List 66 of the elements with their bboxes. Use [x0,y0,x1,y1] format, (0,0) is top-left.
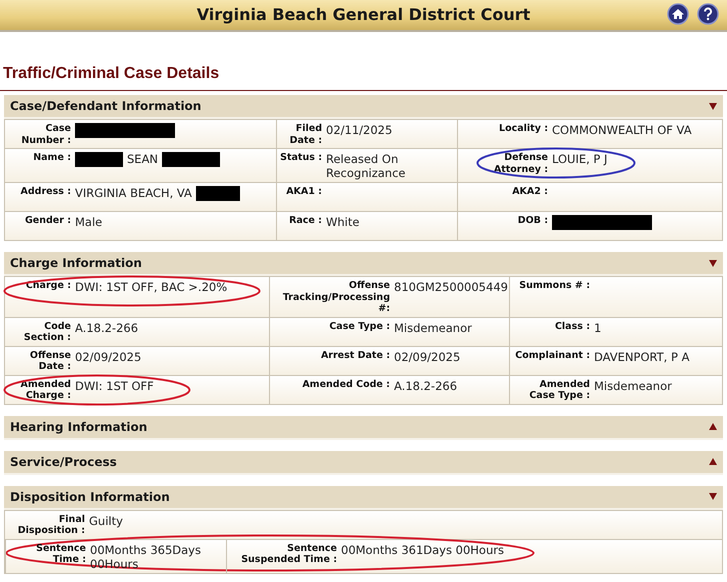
section-title: Case/Defendant Information [10,99,202,113]
field-value: SEAN [127,152,158,166]
caret-icon[interactable] [709,458,717,465]
section-header[interactable]: Hearing Information [4,416,723,440]
field-value: 1 [594,320,602,334]
field-label: Gender : [24,215,71,226]
field-value: A.18.2-266 [75,320,138,334]
field-label: Code Section : [22,320,71,344]
caret-icon[interactable] [709,102,717,110]
field-label: Address : [20,186,71,198]
section-title: Service/Process [10,454,117,468]
field-value: Released On Recognizance [326,152,406,180]
section-header[interactable]: Case/Defendant Information [4,95,723,119]
section-header[interactable]: Disposition Information [4,486,723,510]
section-header[interactable]: Service/Process [4,450,723,474]
field-value: DWI: 1ST OFF [75,378,154,392]
field-label: Offense Date : [28,350,71,372]
field-value: A.18.2-266 [394,378,458,392]
field-value: 02/09/2025 [75,350,142,364]
section-title: Disposition Information [10,490,170,504]
section-title: Hearing Information [10,420,148,434]
field-value: Misdemeanor [594,378,672,392]
page-title: Traffic/Criminal Case Details [3,65,220,82]
field-value: White [326,215,360,229]
field-value: COMMONWEALTH OF VA [552,123,692,137]
field-value: LOUIE, P J [552,152,608,166]
field-label: Sentence Time : [35,542,86,566]
field-label: Amended Case Type : [528,378,590,402]
help-icon[interactable] [697,3,719,25]
section-title: Charge Information [10,256,142,270]
field-label: AKA2 : [511,186,548,198]
field-label: Offense Tracking/Processing #: [282,280,390,314]
field-label: Name : [32,152,71,164]
field-label: Race : [288,215,322,226]
field-label: Sentence Suspended Time : [240,542,337,566]
field-value: DAVENPORT, P A [594,350,690,364]
field-value: DWI: 1ST OFF, BAC >.20% [75,280,228,294]
field-label: AKA1 : [285,186,322,198]
field-label: Filed Date : [288,123,322,146]
field-label: Amended Charge : [19,378,71,402]
field-label: DOB : [516,215,548,226]
field-label: Case Number : [20,123,71,146]
field-value: Guilty [89,514,123,528]
caret-icon[interactable] [709,493,717,500]
site-title: Virginia Beach General District Court [196,4,530,26]
field-label: Amended Code : [301,378,390,390]
field-value: 02/11/2025 [326,123,392,137]
caret-icon[interactable] [709,423,717,430]
field-value: VIRGINIA BEACH, VA [75,186,192,200]
field-label: Class : [554,320,590,332]
field-value: 00Months 361Days 00Hours [341,542,504,556]
field-label: Defense Attorney : [492,152,548,175]
field-value: 02/09/2025 [394,350,460,364]
field-value: Male [75,215,102,229]
field-label: Locality : [498,123,548,134]
caret-icon[interactable] [709,260,717,266]
field-value: 810GM2500005449 [394,280,508,294]
field-label: Case Type : [328,320,390,332]
field-label: Status : [279,152,322,164]
field-label: Summons # : [518,280,590,292]
field-label: Complainant : [514,350,590,361]
section-header[interactable]: Charge Information [4,252,723,276]
home-icon[interactable] [667,3,689,25]
field-label: Arrest Date : [320,350,390,361]
field-value: Misdemeanor [394,320,472,334]
field-label: Final Disposition : [16,514,85,536]
